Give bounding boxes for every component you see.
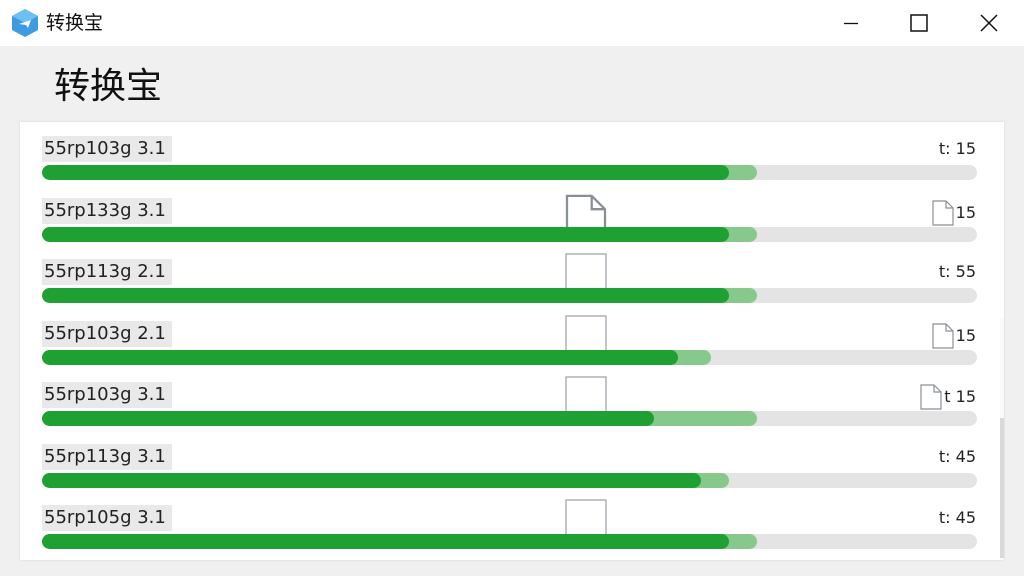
time-remaining: 15 — [932, 322, 976, 349]
progress-bar — [42, 349, 977, 365]
time-text: 15 — [955, 325, 976, 345]
progress-fill — [42, 534, 729, 549]
progress-fill — [42, 411, 654, 426]
maximize-icon — [910, 14, 928, 32]
time-remaining: t: 15 — [939, 138, 976, 160]
list-item[interactable]: 55rp133g 3.1 15 — [20, 184, 1004, 245]
time-text: t: 45 — [938, 508, 976, 527]
file-name: 55rp103g 3.1 — [42, 136, 172, 162]
window-title: 转换宝 — [46, 12, 104, 34]
file-placeholder-icon — [565, 376, 607, 414]
time-remaining: t: 45 — [939, 446, 976, 468]
small-file-icon — [932, 322, 954, 349]
progress-fill — [42, 472, 701, 488]
file-placeholder-icon — [565, 253, 607, 291]
time-text: t: 45 — [938, 446, 976, 466]
title-bar: 转换宝 — [0, 0, 1024, 46]
list-item[interactable]: 55rp103g 3.1 t 15 — [20, 368, 1004, 429]
file-name: 55rp113g 3.1 — [42, 443, 172, 470]
progress-fill — [42, 226, 729, 242]
list-item[interactable]: 55rp103g 3.1 t: 15 — [20, 122, 1004, 183]
file-name: 55rp133g 3.1 — [42, 197, 172, 224]
app-logo-icon — [12, 9, 38, 37]
conversion-list: 55rp103g 3.1 t: 15 55rp133g 3.1 15 55rp113g … — [20, 122, 1004, 560]
minimize-button[interactable] — [818, 0, 884, 46]
scrollbar-thumb[interactable] — [1000, 418, 1004, 558]
progress-bar — [42, 165, 977, 180]
time-text: t 15 — [944, 387, 976, 406]
time-text: t: 15 — [938, 139, 976, 158]
file-name: 55rp103g 3.1 — [42, 382, 172, 408]
close-button[interactable] — [956, 0, 1022, 46]
time-remaining: t: 55 — [939, 261, 976, 283]
progress-bar — [42, 534, 977, 549]
list-item[interactable]: 55rp113g 3.1 t: 45 — [20, 430, 1004, 491]
small-file-icon — [920, 384, 942, 410]
file-placeholder-icon — [565, 314, 607, 353]
list-item[interactable]: 55rp103g 2.1 15 — [20, 307, 1004, 368]
close-icon — [980, 14, 998, 32]
file-placeholder-icon — [565, 499, 607, 537]
progress-bar — [42, 411, 977, 426]
time-text: 15 — [955, 202, 976, 222]
file-name: 55rp103g 2.1 — [42, 320, 172, 347]
list-item[interactable]: 55rp113g 2.1 t: 55 — [20, 245, 1004, 306]
file-icon — [565, 194, 607, 232]
time-remaining: t: 45 — [939, 507, 976, 529]
time-remaining: 15 — [932, 199, 976, 226]
file-name: 55rp105g 3.1 — [42, 505, 172, 531]
file-name: 55rp113g 2.1 — [42, 259, 172, 285]
minimize-icon — [844, 22, 858, 25]
list-item[interactable]: 55rp105g 3.1 t: 45 — [20, 491, 1004, 552]
progress-fill — [42, 165, 729, 180]
time-text: t: 55 — [938, 262, 976, 281]
progress-bar — [42, 472, 977, 488]
progress-fill — [42, 288, 729, 303]
time-remaining: t 15 — [920, 384, 976, 410]
progress-bar — [42, 226, 977, 242]
page-title: 转换宝 — [54, 66, 163, 107]
progress-fill — [42, 349, 678, 365]
progress-bar — [42, 288, 977, 303]
scrollbar[interactable]: ↓ — [1000, 318, 1004, 560]
small-file-icon — [932, 199, 954, 226]
maximize-button[interactable] — [886, 0, 952, 46]
